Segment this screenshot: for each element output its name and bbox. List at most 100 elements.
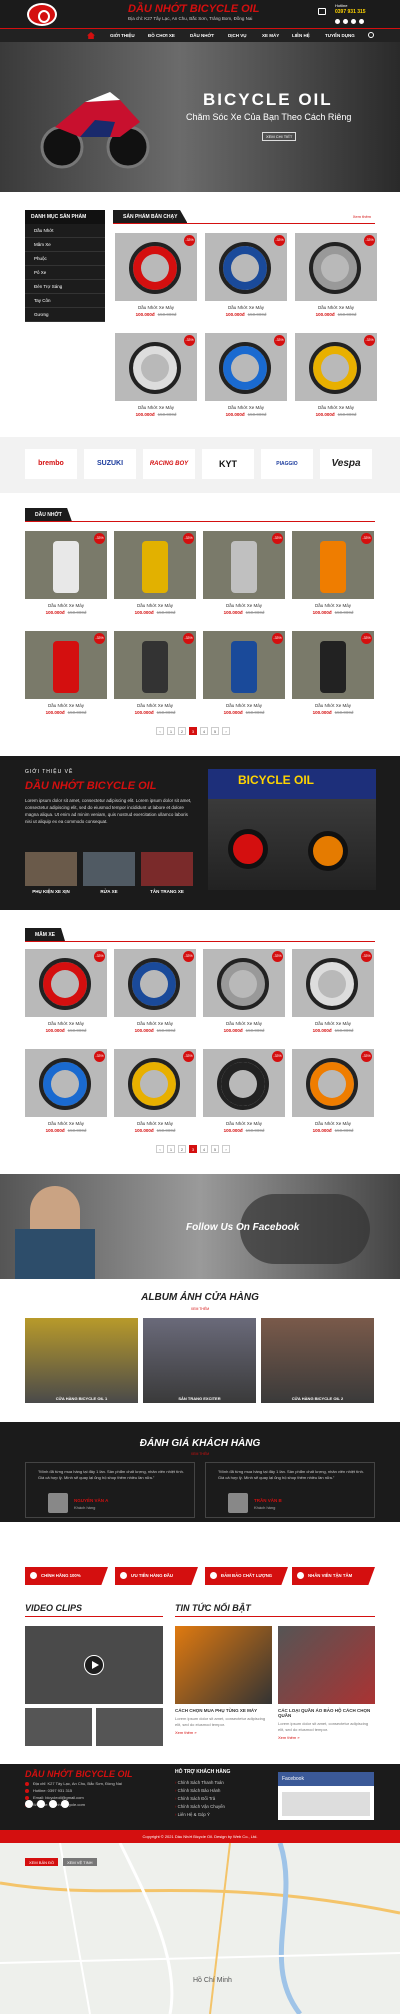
category-item[interactable]: Đèn Trợ Sáng	[25, 280, 105, 294]
map-view-button[interactable]: XEM BẢN ĐỒ	[25, 1858, 59, 1866]
video-thumbnail[interactable]	[96, 1708, 163, 1746]
product-image[interactable]: -33%	[292, 631, 374, 699]
product-name[interactable]: Dầu Nhớt Xe Máy	[203, 703, 285, 708]
product-name[interactable]: Dầu Nhớt Xe Máy	[115, 405, 197, 410]
category-item[interactable]: Gương	[25, 308, 105, 322]
nav-item-about[interactable]: GIỚI THIỆU	[110, 33, 135, 38]
product-image[interactable]: -33%	[205, 333, 287, 401]
product-card[interactable]: -33% Dầu Nhớt Xe Máy 100.000đ 150.000đ	[25, 531, 107, 615]
pagination-button[interactable]: 1	[167, 727, 175, 735]
facebook-follow-text[interactable]: Follow Us On Facebook	[186, 1222, 299, 1233]
product-image[interactable]: -33%	[292, 1049, 374, 1117]
video-player[interactable]	[25, 1626, 163, 1704]
product-card[interactable]: -33% Dầu Nhớt Xe Máy 100.000đ 150.000đ	[295, 333, 377, 417]
site-name[interactable]: DẦU NHỚT BICYCLE OIL	[128, 3, 259, 15]
product-card[interactable]: -33% Dầu Nhớt Xe Máy 100.000đ 150.000đ	[114, 631, 196, 715]
twitter-icon[interactable]	[343, 19, 348, 24]
pagination-button[interactable]: ›	[222, 1145, 230, 1153]
product-image[interactable]: -33%	[25, 1049, 107, 1117]
product-image[interactable]: -33%	[203, 531, 285, 599]
product-card[interactable]: -33% Dầu Nhớt Xe Máy 100.000đ 150.000đ	[292, 1049, 374, 1133]
news-image[interactable]	[175, 1626, 272, 1704]
product-name[interactable]: Dầu Nhớt Xe Máy	[25, 1121, 107, 1126]
product-card[interactable]: -33% Dầu Nhớt Xe Máy 100.000đ 150.000đ	[292, 531, 374, 615]
product-card[interactable]: -33% Dầu Nhớt Xe Máy 100.000đ 150.000đ	[114, 531, 196, 615]
about-thumb-image[interactable]	[83, 852, 135, 886]
support-link[interactable]: Chính Sách Vận Chuyển	[175, 1804, 225, 1809]
product-image[interactable]: -33%	[114, 631, 196, 699]
nav-item-motorbikes[interactable]: XE MÁY	[262, 33, 279, 38]
news-read-more[interactable]: Xem thêm »	[278, 1735, 375, 1740]
about-thumb-image[interactable]	[141, 852, 193, 886]
product-card[interactable]: -33% Dầu Nhớt Xe Máy 100.000đ 150.000đ	[292, 949, 374, 1033]
product-name[interactable]: Dầu Nhớt Xe Máy	[292, 1021, 374, 1026]
product-card[interactable]: -33% Dầu Nhớt Xe Máy 100.000đ 150.000đ	[205, 233, 287, 317]
product-image[interactable]: -33%	[25, 531, 107, 599]
pagination-button[interactable]: 5	[211, 727, 219, 735]
category-item[interactable]: Phuộc	[25, 252, 105, 266]
product-name[interactable]: Dầu Nhớt Xe Máy	[292, 1121, 374, 1126]
brand-logo-kyt[interactable]: KYT	[202, 449, 254, 479]
pagination-button[interactable]: 2	[178, 727, 186, 735]
hotline-number[interactable]: 0397 931 315	[335, 9, 366, 15]
about-thumb-image[interactable]	[25, 852, 77, 886]
product-name[interactable]: Dầu Nhớt Xe Máy	[203, 1021, 285, 1026]
news-card-title[interactable]: CÁCH CHỌN MUA PHỤ TÙNG XE MÁY	[175, 1708, 272, 1713]
home-icon[interactable]	[87, 32, 95, 39]
hero-button[interactable]: XEM CHI TIẾT	[262, 132, 297, 141]
support-link[interactable]: Liên Hệ & Góp Ý	[175, 1812, 210, 1817]
product-card[interactable]: -33% Dầu Nhớt Xe Máy 100.000đ 150.000đ	[205, 333, 287, 417]
product-name[interactable]: Dầu Nhớt Xe Máy	[203, 1121, 285, 1126]
product-card[interactable]: -33% Dầu Nhớt Xe Máy 100.000đ 150.000đ	[203, 631, 285, 715]
nav-item-oil[interactable]: DẦU NHỚT	[190, 33, 214, 38]
news-card[interactable]: CÁCH CHỌN MUA PHỤ TÙNG XE MÁY Lorem ipsu…	[175, 1626, 272, 1735]
product-name[interactable]: Dầu Nhớt Xe Máy	[205, 305, 287, 310]
product-image[interactable]: -33%	[115, 333, 197, 401]
product-image[interactable]: -33%	[115, 233, 197, 301]
category-item[interactable]: Pô Xe	[25, 266, 105, 280]
pagination-button[interactable]: 4	[200, 1145, 208, 1153]
reviews-subtitle[interactable]: XEM THÊM	[0, 1452, 400, 1456]
product-image[interactable]: -33%	[203, 949, 285, 1017]
pagination-button[interactable]: ›	[222, 727, 230, 735]
instagram-icon[interactable]	[359, 19, 364, 24]
footer-hotline[interactable]: Hotline: 0397 931 315	[25, 1788, 72, 1793]
nav-item-contact[interactable]: LIÊN HỆ	[292, 33, 310, 38]
product-card[interactable]: -33% Dầu Nhớt Xe Máy 100.000đ 150.000đ	[25, 949, 107, 1033]
pagination-button[interactable]: ‹	[156, 1145, 164, 1153]
product-card[interactable]: -33% Dầu Nhớt Xe Máy 100.000đ 150.000đ	[114, 949, 196, 1033]
facebook-banner[interactable]: Follow Us On Facebook	[0, 1174, 400, 1279]
product-card[interactable]: -33% Dầu Nhớt Xe Máy 100.000đ 150.000đ	[25, 1049, 107, 1133]
product-image[interactable]: -33%	[114, 1049, 196, 1117]
product-name[interactable]: Dầu Nhớt Xe Máy	[205, 405, 287, 410]
news-read-more[interactable]: Xem thêm »	[175, 1730, 272, 1735]
video-thumbnail[interactable]	[25, 1708, 92, 1746]
album-subtitle[interactable]: XEM THÊM	[0, 1307, 400, 1311]
product-name[interactable]: Dầu Nhớt Xe Máy	[114, 703, 196, 708]
map[interactable]: XEM BẢN ĐỒ XEM VỆ TINH Hồ Chí Minh	[0, 1843, 400, 2014]
support-link[interactable]: Chính Sách Đổi Trả	[175, 1796, 216, 1801]
product-name[interactable]: Dầu Nhớt Xe Máy	[203, 603, 285, 608]
product-name[interactable]: Dầu Nhớt Xe Máy	[115, 305, 197, 310]
youtube-icon[interactable]	[37, 1800, 45, 1808]
search-icon[interactable]	[368, 32, 374, 38]
product-card[interactable]: -33% Dầu Nhớt Xe Máy 100.000đ 150.000đ	[295, 233, 377, 317]
product-image[interactable]: -33%	[292, 531, 374, 599]
product-card[interactable]: -33% Dầu Nhớt Xe Máy 100.000đ 150.000đ	[203, 1049, 285, 1133]
pagination-button[interactable]: 2	[178, 1145, 186, 1153]
play-icon[interactable]	[84, 1655, 104, 1675]
product-image[interactable]: -33%	[203, 1049, 285, 1117]
product-image[interactable]: -33%	[295, 233, 377, 301]
product-image[interactable]: -33%	[295, 333, 377, 401]
product-name[interactable]: Dầu Nhớt Xe Máy	[295, 405, 377, 410]
album-image[interactable]	[143, 1318, 256, 1403]
site-logo[interactable]	[27, 3, 57, 26]
pagination-button[interactable]: ‹	[156, 727, 164, 735]
instagram-icon[interactable]	[49, 1800, 57, 1808]
product-card[interactable]: -33% Dầu Nhớt Xe Máy 100.000đ 150.000đ	[115, 333, 197, 417]
product-name[interactable]: Dầu Nhớt Xe Máy	[295, 305, 377, 310]
product-card[interactable]: -33% Dầu Nhớt Xe Máy 100.000đ 150.000đ	[25, 631, 107, 715]
product-image[interactable]: -33%	[205, 233, 287, 301]
pagination-button[interactable]: 3	[189, 1145, 197, 1153]
support-link[interactable]: Chính Sách Thanh Toán	[175, 1780, 224, 1785]
